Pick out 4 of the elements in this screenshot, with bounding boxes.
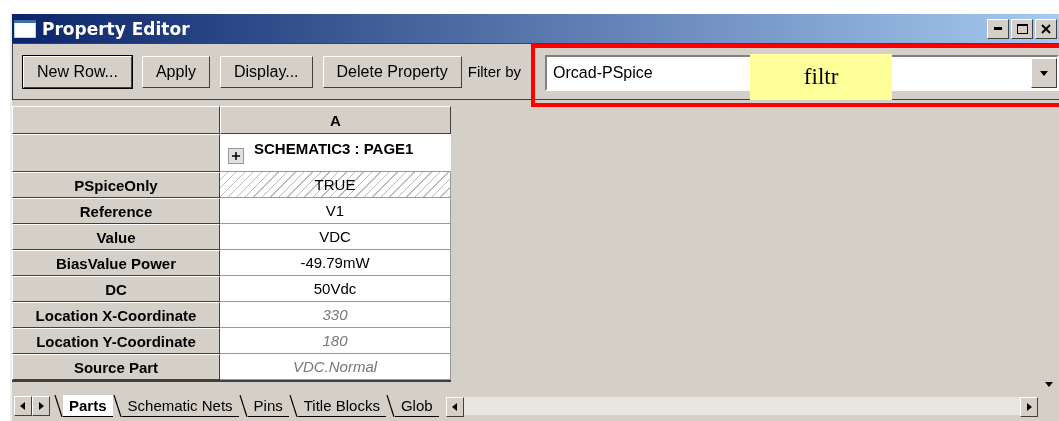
window-title: Property Editor	[42, 18, 190, 39]
group-title: SCHEMATIC3 : PAGE1	[254, 140, 414, 157]
annotation-tooltip: filtr	[750, 54, 893, 100]
filter-label: Filter by	[467, 63, 522, 80]
